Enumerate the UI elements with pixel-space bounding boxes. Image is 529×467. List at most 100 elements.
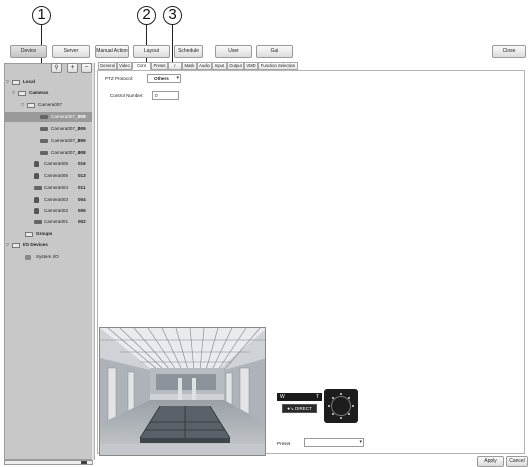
layout-button[interactable]: Layout bbox=[133, 45, 170, 58]
user-button[interactable]: User bbox=[215, 45, 252, 58]
camera-group-icon bbox=[27, 103, 35, 108]
tab-function-selection[interactable]: Function Selection bbox=[258, 62, 298, 70]
camera-number: 008 bbox=[78, 150, 86, 155]
camera-number: 005 bbox=[78, 208, 86, 213]
camera-number: 009 bbox=[78, 126, 86, 131]
camera-icon bbox=[40, 139, 48, 143]
expand-toggle-icon[interactable]: ▽ bbox=[21, 100, 24, 110]
tree-horizontal-scrollbar[interactable] bbox=[4, 460, 93, 465]
tab-audio[interactable]: Audio bbox=[197, 62, 212, 70]
tree-label: Camera005 bbox=[44, 173, 69, 178]
tree-label: Camera007 bbox=[38, 102, 63, 107]
control-number-value: 0 bbox=[155, 93, 158, 98]
pan-down-icon[interactable] bbox=[340, 417, 342, 419]
tree-item-camera004[interactable]: Camera004 011 bbox=[4, 183, 93, 193]
camera-icon bbox=[34, 197, 39, 203]
tree-item-camera002[interactable]: Camera002 005 bbox=[4, 206, 93, 216]
pan-right-icon[interactable] bbox=[352, 405, 354, 407]
direct-button[interactable]: ●↘ DIRECT bbox=[282, 404, 317, 413]
panel-splitter[interactable] bbox=[92, 63, 95, 460]
tree-item-camera001[interactable]: Camera001 002 bbox=[4, 217, 93, 227]
tab-control[interactable]: Cont bbox=[132, 62, 151, 70]
expand-toggle-icon[interactable]: ▽ bbox=[12, 88, 15, 98]
pan-downleft-icon[interactable] bbox=[332, 413, 334, 415]
schedule-button[interactable]: Schedule bbox=[174, 45, 203, 58]
tree-label: Camera007_3 bbox=[51, 138, 81, 143]
tree-item-camera006[interactable]: Camera006 016 bbox=[4, 159, 93, 169]
close-button[interactable]: Close bbox=[492, 45, 526, 58]
scrollbar-thumb[interactable] bbox=[81, 461, 87, 464]
tree-label: Local bbox=[23, 79, 35, 84]
tree-item-camera003[interactable]: Camera003 004 bbox=[4, 195, 93, 205]
tree-item-system-io[interactable]: System I/O bbox=[4, 252, 93, 262]
camera-number: 008 bbox=[78, 114, 86, 119]
tab-video[interactable]: Video bbox=[117, 62, 132, 70]
pan-up-icon[interactable] bbox=[340, 393, 342, 395]
tree-item-camera005[interactable]: Camera005 013 bbox=[4, 171, 93, 181]
server-button[interactable]: Server bbox=[52, 45, 90, 58]
control-number-field[interactable]: 0 bbox=[152, 91, 179, 100]
pan-tilt-pad[interactable] bbox=[324, 389, 358, 423]
expand-toggle-icon[interactable]: ▽ bbox=[6, 77, 9, 87]
manual-action-button[interactable]: Manual Action bbox=[95, 45, 129, 58]
folder-icon bbox=[25, 232, 33, 237]
camera-icon bbox=[40, 151, 48, 155]
tree-item-camera007[interactable]: ▽ Camera007 bbox=[4, 100, 93, 110]
camera-number: 004 bbox=[78, 197, 86, 202]
tree-search-icon[interactable]: ⚲ bbox=[51, 63, 62, 73]
camera-icon bbox=[40, 115, 48, 119]
chevron-down-icon: ▾ bbox=[359, 439, 362, 445]
mall-interior-image bbox=[100, 328, 265, 455]
tree-item-local[interactable]: ▽ Local bbox=[4, 77, 93, 87]
tab-general[interactable]: General bbox=[98, 62, 117, 70]
tab-vmd[interactable]: VMD bbox=[244, 62, 258, 70]
tab-partial[interactable]: r bbox=[168, 62, 182, 70]
apply-button[interactable]: Apply bbox=[477, 456, 504, 467]
preset-label: Preset bbox=[277, 441, 291, 446]
expand-toggle-icon[interactable]: ▽ bbox=[6, 240, 9, 250]
folder-icon bbox=[12, 80, 20, 85]
tree-label: Camera001 bbox=[44, 219, 69, 224]
zoom-wide-label[interactable]: W bbox=[280, 393, 285, 401]
pan-left-icon[interactable] bbox=[328, 405, 330, 407]
ptz-protocol-label: PTZ Protocol: bbox=[105, 76, 134, 81]
tree-label: Camera007_2 bbox=[51, 126, 81, 131]
io-device-icon bbox=[25, 255, 31, 260]
pan-upright-icon[interactable] bbox=[348, 397, 350, 399]
direct-label: DIRECT bbox=[295, 406, 312, 411]
camera-icon bbox=[34, 186, 42, 190]
tree-label: I/O Devices bbox=[23, 242, 48, 247]
tab-input[interactable]: Input bbox=[212, 62, 227, 70]
camera-icon bbox=[34, 208, 39, 214]
camera-icon bbox=[40, 127, 48, 131]
tree-item-camera007-1[interactable]: Camera007_1 008 bbox=[4, 112, 93, 122]
tree-remove-button[interactable]: − bbox=[81, 63, 92, 73]
tree-label: Groups bbox=[36, 231, 53, 236]
tree-item-io-devices[interactable]: ▽ I/O Devices bbox=[4, 240, 93, 250]
tab-preset[interactable]: Preset bbox=[151, 62, 168, 70]
gui-button[interactable]: Gui bbox=[256, 45, 293, 58]
camera-icon bbox=[34, 173, 39, 179]
device-button[interactable]: Device bbox=[10, 45, 47, 58]
tree-item-cameras[interactable]: ▽ Cameras bbox=[4, 88, 93, 98]
tree-item-camera007-2[interactable]: Camera007_2 009 bbox=[4, 124, 93, 134]
preset-select[interactable]: ▾ bbox=[304, 438, 364, 447]
ptz-protocol-select[interactable]: Others ▾ bbox=[147, 74, 181, 83]
control-number-label: Control Number: bbox=[110, 93, 144, 98]
tree-add-button[interactable]: + bbox=[67, 63, 78, 73]
callout-2: 2 bbox=[137, 6, 156, 25]
zoom-slider[interactable]: W T bbox=[277, 393, 322, 401]
pan-upleft-icon[interactable] bbox=[332, 397, 334, 399]
tree-item-camera007-3[interactable]: Camera007_3 009 bbox=[4, 136, 93, 146]
cancel-button[interactable]: Cancel bbox=[506, 456, 528, 467]
tree-label: Cameras bbox=[29, 90, 49, 95]
folder-icon bbox=[18, 91, 26, 96]
tree-label: Camera006 bbox=[44, 161, 69, 166]
tree-label: Camera004 bbox=[44, 185, 69, 190]
zoom-tele-label[interactable]: T bbox=[316, 393, 319, 401]
tree-item-camera007-4[interactable]: Camera007_4 008 bbox=[4, 148, 93, 158]
tab-output[interactable]: Output bbox=[227, 62, 244, 70]
tree-item-groups[interactable]: Groups bbox=[4, 229, 93, 239]
tab-mask[interactable]: Mask bbox=[182, 62, 197, 70]
pan-downright-icon[interactable] bbox=[348, 413, 350, 415]
